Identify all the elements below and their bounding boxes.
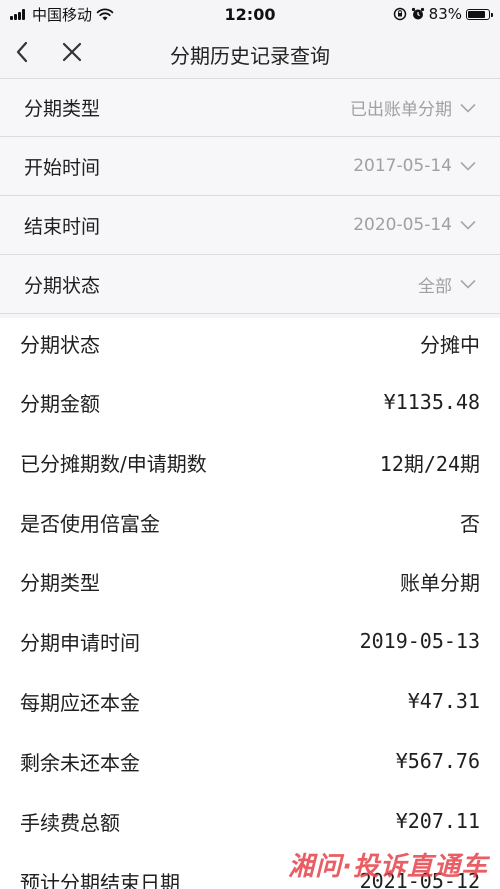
filter-end-date[interactable]: 结束时间 2020-05-14	[0, 196, 500, 255]
detail-label: 分期申请时间	[20, 630, 140, 655]
detail-label: 分期类型	[20, 570, 100, 595]
detail-row-principal-per-period: 每期应还本金 ¥47.31	[20, 681, 480, 721]
carrier-label: 中国移动	[32, 5, 93, 24]
filter-value: 已出账单分期	[350, 95, 476, 120]
detail-row-periods: 已分摊期数/申请期数 12期/24期	[20, 442, 480, 482]
status-left: 中国移动	[10, 4, 114, 25]
detail-row-status: 分期状态 分摊中	[20, 323, 480, 363]
chevron-down-icon	[460, 161, 476, 171]
detail-label: 每期应还本金	[20, 690, 140, 715]
installment-detail-list: 分期状态 分摊中 分期金额 ¥1135.48 已分摊期数/申请期数 12期/24…	[0, 318, 500, 889]
detail-row-bonus-fund: 是否使用倍富金 否	[20, 502, 480, 542]
detail-row-apply-date: 分期申请时间 2019-05-13	[20, 621, 480, 661]
chevron-down-icon	[460, 279, 476, 289]
filter-value-text: 全部	[418, 276, 452, 297]
battery-percent: 83%	[428, 5, 462, 23]
detail-value: 12期/24期	[379, 451, 480, 476]
detail-row-type: 分期类型 账单分期	[20, 561, 480, 601]
alarm-icon	[411, 7, 424, 20]
detail-row-amount: 分期金额 ¥1135.48	[20, 382, 480, 422]
chevron-down-icon	[460, 103, 476, 113]
status-right: 83%	[393, 5, 493, 23]
detail-label: 剩余未还本金	[20, 750, 140, 775]
filter-value-text: 2020-05-14	[353, 215, 452, 235]
watermark-logo: 湘问·投诉直通车	[288, 852, 488, 882]
detail-value: ¥567.76	[395, 749, 480, 773]
detail-value: ¥47.31	[407, 689, 480, 713]
clock: 12:00	[224, 4, 276, 24]
filter-installment-type[interactable]: 分期类型 已出账单分期	[0, 78, 500, 137]
detail-value: 2019-05-13	[359, 629, 480, 653]
detail-value: ¥1135.48	[383, 390, 480, 414]
filter-label: 分期状态	[24, 274, 101, 297]
detail-label: 预计分期结束日期	[20, 870, 180, 889]
filter-panel: 分期类型 已出账单分期 开始时间 2017-05-14 结束时间 2020-05…	[0, 78, 500, 314]
detail-row-remaining-principal: 剩余未还本金 ¥567.76	[20, 741, 480, 781]
filter-value-text: 2017-05-14	[353, 156, 452, 176]
detail-label: 分期状态	[20, 332, 100, 357]
detail-label: 分期金额	[20, 391, 100, 416]
filter-value: 2020-05-14	[353, 215, 476, 235]
filter-label: 开始时间	[24, 156, 101, 179]
filter-start-date[interactable]: 开始时间 2017-05-14	[0, 137, 500, 196]
filter-status[interactable]: 分期状态 全部	[0, 255, 500, 314]
page-title: 分期历史记录查询	[170, 44, 330, 68]
detail-label: 已分摊期数/申请期数	[20, 451, 207, 476]
detail-value: 否	[460, 511, 480, 536]
nav-bar: 分期历史记录查询	[0, 28, 500, 76]
detail-value: ¥207.11	[395, 809, 480, 833]
rotation-lock-icon	[393, 7, 406, 21]
chevron-down-icon	[460, 220, 476, 230]
filter-label: 结束时间	[24, 215, 101, 238]
filter-value: 2017-05-14	[353, 156, 476, 176]
signal-icon	[10, 8, 25, 20]
wifi-icon	[96, 8, 114, 20]
filter-label: 分期类型	[24, 98, 101, 120]
detail-value: 分摊中	[420, 332, 480, 357]
filter-value: 全部	[418, 272, 476, 297]
status-bar: 中国移动 12:00 83%	[0, 0, 500, 28]
detail-value: 账单分期	[400, 570, 480, 595]
detail-label: 手续费总额	[20, 810, 120, 835]
battery-icon	[466, 8, 493, 20]
filter-value-text: 已出账单分期	[350, 100, 452, 120]
detail-label: 是否使用倍富金	[20, 511, 160, 536]
detail-row-total-fee: 手续费总额 ¥207.11	[20, 801, 480, 841]
